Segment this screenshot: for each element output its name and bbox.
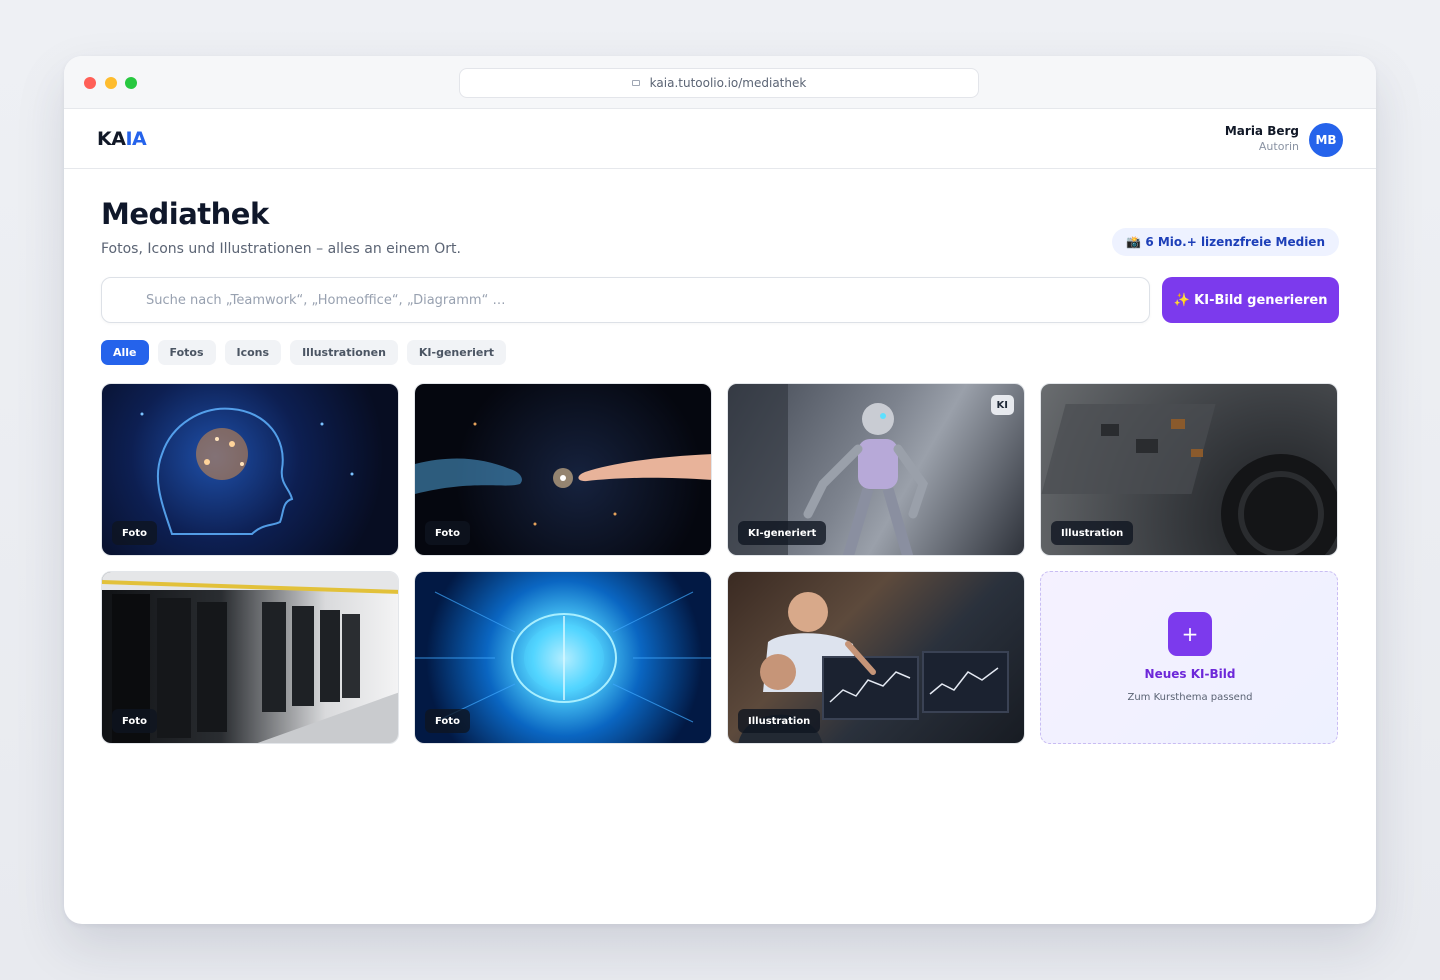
media-count-badge: 📸 6 Mio.+ lizenzfreie Medien [1112,228,1339,256]
media-card[interactable]: Foto [414,571,712,744]
plus-icon: + [1168,612,1212,656]
media-type-tag: Foto [425,709,470,733]
media-type-tag: Illustration [1051,521,1134,545]
browser-window: kaia.tutoolio.io/mediathek KAIA Maria Be… [64,56,1376,924]
app-header: KAIA Maria Berg Autorin MB [64,109,1376,169]
generate-ai-image-button[interactable]: ✨ KI-Bild generieren [1162,277,1339,323]
avatar[interactable]: MB [1309,123,1343,157]
media-card[interactable]: Foto [414,383,712,556]
filter-illustrations[interactable]: Illustrationen [290,340,398,365]
browser-chrome: kaia.tutoolio.io/mediathek [64,56,1376,109]
search-box [101,277,1150,323]
media-type-tag: KI-generiert [738,521,827,545]
filter-photos[interactable]: Fotos [157,340,216,365]
maximize-window-dot[interactable] [125,77,137,89]
logo-part-accent: IA [125,128,147,150]
page-title: Mediathek [101,197,269,231]
filter-icons[interactable]: Icons [224,340,282,365]
filter-ai-generated[interactable]: KI-generiert [406,340,507,365]
user-role: Autorin [1258,140,1299,153]
media-card[interactable]: Illustration [1040,383,1338,556]
new-ai-image-card[interactable]: + Neues KI-Bild Zum Kursthema passend [1040,571,1338,744]
media-card[interactable]: Illustration [727,571,1025,744]
search-input[interactable] [146,278,1136,322]
new-card-subtitle: Zum Kursthema passend [1127,692,1253,703]
new-card-title: Neues KI-Bild [1144,667,1236,681]
minimize-window-dot[interactable] [105,77,117,89]
address-bar[interactable]: kaia.tutoolio.io/mediathek [459,68,979,98]
filter-all[interactable]: Alle [101,340,149,365]
media-type-tag: Foto [112,521,157,545]
page-icon [631,80,640,86]
media-card[interactable]: Foto [101,571,399,744]
close-window-dot[interactable] [84,77,96,89]
address-text: kaia.tutoolio.io/mediathek [649,76,807,90]
media-type-tag: Foto [425,521,470,545]
logo-part-primary: KA [97,128,126,150]
media-card[interactable]: Foto [101,383,399,556]
media-type-tag: Foto [112,709,157,733]
kaia-logo[interactable]: KAIA [97,128,147,150]
ai-corner-badge: KI [990,395,1014,415]
page-subtitle: Fotos, Icons und Illustrationen – alles … [101,241,461,257]
media-card[interactable]: KI KI-generiert [727,383,1025,556]
filter-chips: Alle Fotos Icons Illustrationen KI-gener… [101,340,507,365]
user-name: Maria Berg [1224,124,1299,138]
media-type-tag: Illustration [738,709,821,733]
